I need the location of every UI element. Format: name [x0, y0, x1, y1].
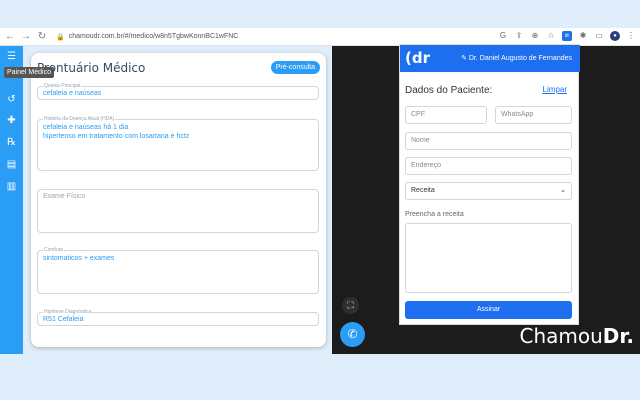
name-input[interactable]: Nome [405, 132, 572, 150]
history-icon[interactable]: ↺ [5, 93, 18, 106]
extensions-puzzle-icon[interactable]: ✱ [578, 31, 588, 41]
sign-button[interactable]: Assinar [405, 301, 572, 319]
url-text: chamoudr.com.br/#/medico/w8n5TgbwKonnBC1… [68, 33, 239, 40]
panel-header: (dr ✎ Dr. Daniel Augusto de Fernandes [400, 45, 580, 72]
document-type-select[interactable]: Receita ⌄ [405, 182, 572, 200]
field-value: cefaleia e naúseas [43, 90, 102, 97]
field-value: R51 Cefaleia [43, 316, 84, 323]
cpf-input[interactable]: CPF [405, 106, 487, 124]
conduta-field[interactable]: Conduta sintomaticos + exames [37, 247, 319, 294]
back-icon[interactable]: ← [4, 31, 16, 43]
file-icon[interactable]: ▥ [5, 180, 18, 193]
phone-call-button[interactable]: ✆ [340, 322, 365, 347]
field-value: sintomaticos + exames [43, 255, 115, 262]
fill-label: Preencha a receita [405, 211, 464, 218]
field-value: cefaleia e naúseas há 1 dia hipertenso e… [43, 124, 190, 140]
share-icon[interactable]: ⇪ [514, 31, 524, 41]
prescription-icon[interactable]: ℞ [5, 136, 18, 149]
lock-icon: 🔒 [56, 33, 65, 41]
select-value: Receita [411, 187, 435, 194]
forward-icon[interactable]: → [20, 31, 32, 43]
medical-kit-icon[interactable]: ✚ [5, 114, 18, 127]
pre-consulta-button[interactable]: Pré-consulta [270, 61, 320, 74]
chevron-down-icon: ⌄ [560, 187, 566, 194]
prescription-textarea[interactable] [405, 223, 572, 293]
fullscreen-icon[interactable]: ⛶ [342, 297, 359, 314]
field-placeholder: Exame Físico [43, 193, 86, 200]
field-label: História da Doença Atual (HDA) [43, 116, 116, 122]
field-label: Conduta [43, 247, 64, 253]
brand-part1: Chamou [519, 324, 603, 348]
bookmark-icon[interactable]: ☆ [546, 31, 556, 41]
brand-part2: Dr. [602, 324, 634, 348]
dr-logo: (dr [405, 49, 430, 67]
menu-hamburger-icon[interactable]: ☰ [5, 50, 18, 63]
sidebar-tooltip: Painel Médico [4, 67, 54, 78]
sidepanel-icon[interactable]: ▭ [594, 31, 604, 41]
address-bar[interactable]: 🔒 chamoudr.com.br/#/medico/w8n5TgbwKonnB… [56, 33, 238, 41]
brand-logo: ChamouDr. [519, 324, 634, 348]
clear-link[interactable]: Limpar [543, 85, 567, 94]
google-icon[interactable]: G [498, 31, 508, 41]
sidebar: ☰ ↺ ✚ ℞ ▤ ▥ [0, 46, 23, 354]
doctor-name[interactable]: ✎ Dr. Daniel Augusto de Fernandes [461, 54, 572, 62]
queixa-principal-field[interactable]: Queixa Principal cefaleia e naúseas [37, 83, 319, 100]
medical-record-card: Prontuário Médico Pré-consulta Queixa Pr… [31, 53, 326, 347]
document-icon[interactable]: ▤ [5, 158, 18, 171]
address-input[interactable]: Endereço [405, 157, 572, 175]
panel-title: Dados do Paciente: [405, 85, 493, 96]
hda-field[interactable]: História da Doença Atual (HDA) cefaleia … [37, 116, 319, 171]
menu-dots-icon[interactable]: ⋮ [626, 31, 636, 41]
extension-chamoudr-icon[interactable]: dr [562, 31, 572, 41]
hipotese-diagnostica-field[interactable]: Hipótese Diagnóstica R51 Cefaleia [37, 309, 319, 326]
reload-icon[interactable]: ↻ [36, 31, 48, 43]
patient-panel: (dr ✎ Dr. Daniel Augusto de Fernandes Da… [399, 44, 580, 325]
whatsapp-input[interactable]: WhatsApp [495, 106, 572, 124]
profile-avatar[interactable]: ● [610, 31, 620, 41]
zoom-icon[interactable]: ⊕ [530, 31, 540, 41]
exame-fisico-field[interactable]: Exame Físico [37, 189, 319, 233]
